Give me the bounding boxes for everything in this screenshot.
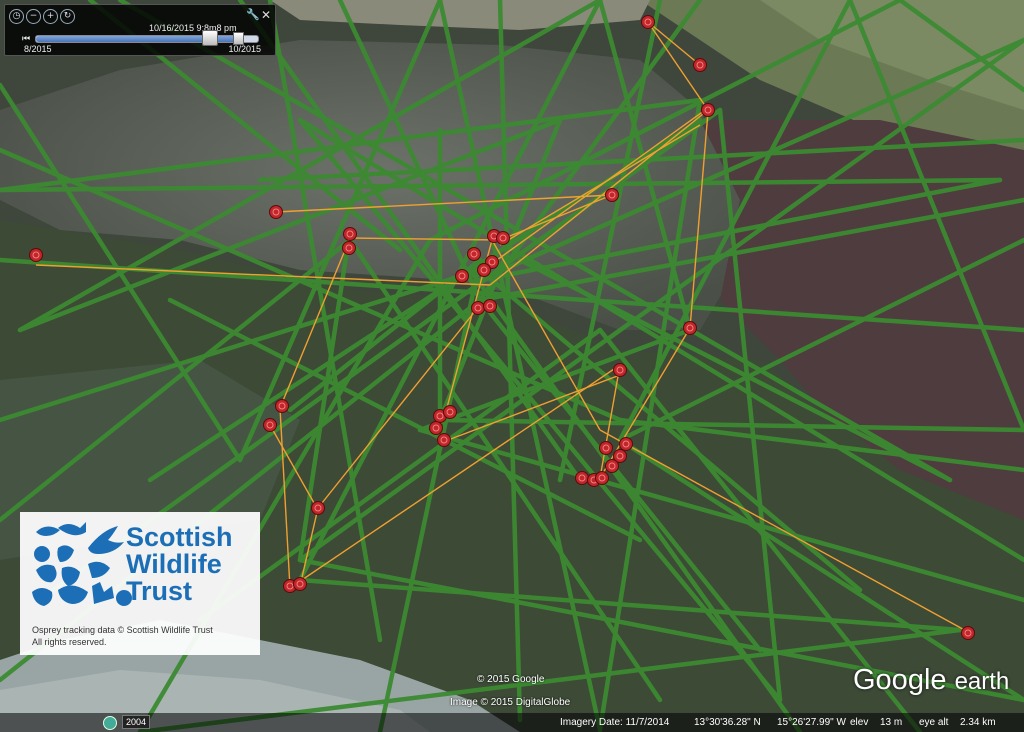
tracking-point-marker[interactable] [693, 58, 707, 72]
latitude: 13°30'36.28" N [694, 717, 761, 728]
history-icon[interactable] [103, 716, 117, 730]
eye-alt-label: eye alt [919, 717, 949, 728]
current-time-label: 10/16/2015 9:8m8 pm [149, 23, 237, 33]
skip-start-icon[interactable]: ⏮ [21, 32, 31, 44]
elev-label: elev [850, 717, 869, 728]
longitude: 15°26'27.99" W [777, 717, 846, 728]
tracking-point-marker[interactable] [269, 205, 283, 219]
tracking-point-marker[interactable] [683, 321, 697, 335]
tracking-point-marker[interactable] [613, 363, 627, 377]
tracking-point-marker[interactable] [311, 501, 325, 515]
tracking-point-marker[interactable] [443, 405, 457, 419]
tracking-point-marker[interactable] [641, 15, 655, 29]
tracking-point-marker[interactable] [595, 471, 609, 485]
time-slider-panel: ◷ − + ↻ 🔧 ✕ 10/16/2015 9:8m8 pm ⏮ 8/2015… [4, 4, 276, 56]
tracking-point-marker[interactable] [701, 103, 715, 117]
tracking-point-marker[interactable] [275, 399, 289, 413]
time-end-label: 10/2015 [228, 44, 261, 54]
close-icon[interactable]: ✕ [261, 8, 271, 22]
elevation: 13 m [880, 717, 903, 728]
tracking-point-marker[interactable] [437, 433, 451, 447]
logo-line-3: Trust [126, 576, 193, 606]
logo-line-1: Scottish [126, 522, 233, 552]
credit-line-1: Osprey tracking data © Scottish Wildlife… [32, 625, 213, 635]
google-earth-logo: Google earth [853, 664, 1009, 697]
tracking-point-marker[interactable] [467, 247, 481, 261]
tracking-point-marker[interactable] [619, 437, 633, 451]
brand-earth: earth [954, 668, 1010, 695]
tracking-point-marker[interactable] [342, 241, 356, 255]
refresh-icon[interactable]: ↻ [60, 9, 75, 24]
imagery-date: Imagery Date: 11/7/2014 [560, 717, 670, 728]
eye-altitude: 2.34 km [960, 717, 996, 728]
wrench-icon[interactable]: 🔧 [246, 8, 260, 21]
time-slider-thumb-start[interactable] [202, 30, 218, 46]
status-bar: Imagery Date: 11/7/2014 13°30'36.28" N 1… [0, 713, 1024, 732]
time-start-label: 8/2015 [24, 44, 52, 54]
tracking-point-marker[interactable] [29, 248, 43, 262]
imagery-credit: Image © 2015 DigitalGlobe [450, 697, 571, 708]
zoom-in-icon[interactable]: + [43, 9, 58, 24]
tracking-point-marker[interactable] [429, 421, 443, 435]
historical-imagery-year[interactable]: 2004 [122, 715, 151, 729]
zoom-out-icon[interactable]: − [26, 9, 41, 24]
tracking-point-marker[interactable] [961, 626, 975, 640]
tracking-point-marker[interactable] [605, 459, 619, 473]
tracking-point-marker[interactable] [343, 227, 357, 241]
wildlife-animals-logo-art [32, 522, 132, 606]
tracking-point-marker[interactable] [599, 441, 613, 455]
brand-google: Google [853, 664, 947, 696]
logo-wordmark: Scottish Wildlife Trust [126, 524, 233, 605]
tracking-point-marker[interactable] [293, 577, 307, 591]
tracking-point-marker[interactable] [477, 263, 491, 277]
time-slider-track[interactable] [35, 35, 259, 43]
logo-line-2: Wildlife [126, 549, 222, 579]
clock-icon[interactable]: ◷ [9, 9, 24, 24]
tracking-point-marker[interactable] [483, 299, 497, 313]
credit-line-2: All rights reserved. [32, 637, 107, 647]
tracking-point-marker[interactable] [605, 188, 619, 202]
tracking-point-marker[interactable] [575, 471, 589, 485]
google-copyright: © 2015 Google [477, 674, 545, 685]
tracking-point-marker[interactable] [263, 418, 277, 432]
scottish-wildlife-trust-logo: Scottish Wildlife Trust Osprey tracking … [20, 512, 260, 655]
tracking-point-marker[interactable] [455, 269, 469, 283]
tracking-credit: Osprey tracking data © Scottish Wildlife… [32, 624, 213, 648]
tracking-point-marker[interactable] [496, 231, 510, 245]
tracking-point-marker[interactable] [471, 301, 485, 315]
